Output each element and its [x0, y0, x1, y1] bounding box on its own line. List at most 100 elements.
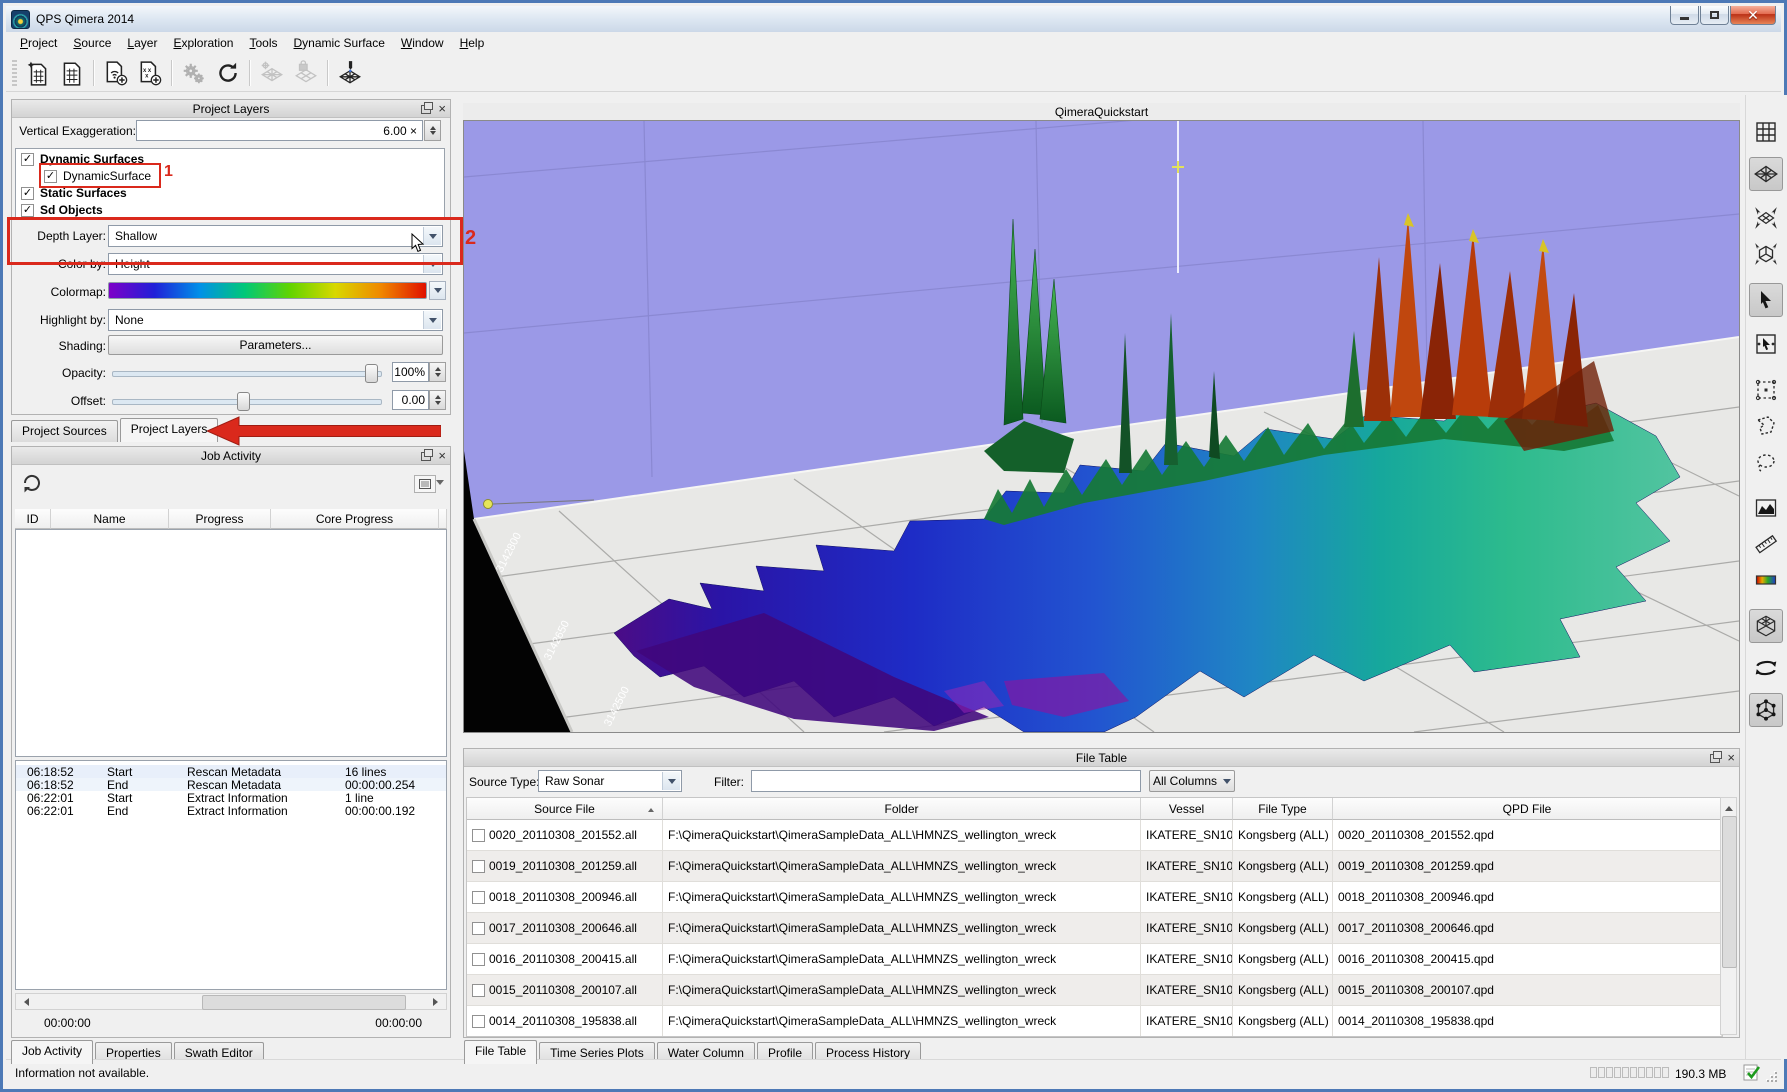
reload-icon[interactable] — [211, 57, 245, 89]
tree-item-dynamicsurface[interactable]: ✓ DynamicSurface — [44, 169, 151, 183]
orbit-view-icon[interactable] — [1749, 693, 1783, 727]
create-dynamic-surface-icon[interactable] — [21, 57, 55, 89]
chevron-down-icon[interactable] — [662, 772, 680, 790]
vertical-exaggeration-spinner[interactable] — [424, 120, 441, 141]
row-checkbox[interactable] — [472, 829, 485, 842]
menu-project[interactable]: Project — [12, 33, 65, 53]
menu-help[interactable]: Help — [452, 33, 493, 53]
scrollbar-thumb[interactable] — [202, 995, 406, 1010]
column-header-name[interactable]: Name — [51, 509, 169, 529]
rotate-view-icon[interactable] — [1749, 651, 1783, 685]
opacity-slider-thumb[interactable] — [365, 364, 378, 383]
file-row[interactable]: 0018_20110308_200946.all F:\QimeraQuicks… — [467, 882, 1722, 913]
opacity-slider[interactable] — [112, 371, 382, 377]
file-row[interactable]: 0020_20110308_201552.all F:\QimeraQuicks… — [467, 820, 1722, 851]
tab-file-table[interactable]: File Table — [464, 1040, 537, 1064]
checkbox-checked-icon[interactable]: ✓ — [21, 187, 34, 200]
file-row[interactable]: 0016_20110308_200415.all F:\QimeraQuicks… — [467, 944, 1722, 975]
job-view-menu-icon[interactable] — [414, 475, 436, 493]
toolbar-grip[interactable] — [12, 60, 17, 86]
horizontal-scrollbar[interactable] — [15, 993, 447, 1010]
vertical-scrollbar[interactable] — [1720, 797, 1737, 1035]
viewport-title-bar[interactable]: QimeraQuickstart — [463, 103, 1740, 120]
zoom-to-surface-icon[interactable] — [1749, 201, 1783, 235]
close-button[interactable]: ✕ — [1730, 6, 1776, 25]
chevron-down-icon[interactable] — [423, 311, 441, 329]
profile-tool-icon[interactable] — [1749, 491, 1783, 525]
log-row[interactable]: 06:18:52EndRescan Metadata00:00:00.254 — [16, 778, 446, 791]
menu-tools[interactable]: Tools — [241, 33, 285, 53]
scrollbar-thumb[interactable] — [1722, 816, 1737, 968]
zoom-extents-icon[interactable] — [1749, 237, 1783, 271]
select-cursor-icon[interactable] — [1749, 283, 1783, 317]
float-panel-icon[interactable] — [421, 452, 431, 461]
tree-item-static-surfaces[interactable]: ✓ Static Surfaces — [21, 186, 127, 200]
tab-project-layers[interactable]: Project Layers — [120, 418, 219, 442]
checkbox-checked-icon[interactable]: ✓ — [21, 153, 34, 166]
chevron-down-icon[interactable] — [423, 227, 441, 245]
float-panel-icon[interactable] — [1710, 754, 1720, 763]
pick-select-icon[interactable] — [1749, 327, 1783, 361]
locked-surface-icon[interactable] — [289, 57, 323, 89]
depth-layer-combobox[interactable]: Shallow — [108, 225, 443, 247]
offset-slider[interactable] — [112, 399, 382, 405]
float-panel-icon[interactable] — [421, 105, 431, 114]
file-row[interactable]: 0015_20110308_200107.all F:\QimeraQuicks… — [467, 975, 1722, 1006]
create-static-surface-icon[interactable] — [55, 57, 89, 89]
scroll-right-icon[interactable] — [429, 994, 446, 1009]
close-panel-icon[interactable]: × — [438, 103, 446, 114]
job-list-empty[interactable] — [15, 529, 447, 757]
polygon-select-icon[interactable] — [1749, 409, 1783, 443]
log-row[interactable]: 06:22:01EndExtract Information00:00:00.1… — [16, 804, 446, 817]
colorbar-tool-icon[interactable] — [1749, 563, 1783, 597]
file-row[interactable]: 0019_20110308_201259.all F:\QimeraQuicks… — [467, 851, 1722, 882]
colormap-bar[interactable] — [108, 282, 427, 299]
column-header-file-type[interactable]: File Type — [1233, 798, 1333, 820]
menu-dynamic-surface[interactable]: Dynamic Surface — [286, 33, 393, 53]
color-by-combobox[interactable]: Height — [108, 253, 443, 275]
column-header-progress[interactable]: Progress — [169, 509, 271, 529]
column-header-core-progress[interactable]: Core Progress — [271, 509, 439, 529]
menu-layer[interactable]: Layer — [119, 33, 165, 53]
menu-window[interactable]: Window — [393, 33, 452, 53]
close-panel-icon[interactable]: × — [1727, 752, 1735, 763]
tab-project-sources[interactable]: Project Sources — [11, 420, 118, 442]
column-header-vessel[interactable]: Vessel — [1141, 798, 1233, 820]
column-header-source-file[interactable]: Source File — [467, 798, 663, 820]
job-activity-header[interactable]: Job Activity × — [12, 447, 450, 465]
row-checkbox[interactable] — [472, 984, 485, 997]
grid-surface-icon[interactable] — [255, 57, 289, 89]
source-type-combobox[interactable]: Raw Sonar — [538, 770, 682, 792]
close-panel-icon[interactable]: × — [438, 450, 446, 461]
chevron-down-icon[interactable] — [423, 255, 441, 273]
colormap-dropdown-icon[interactable] — [429, 281, 446, 300]
scroll-left-icon[interactable] — [16, 994, 33, 1009]
opacity-spinner[interactable] — [429, 362, 446, 382]
file-table-header[interactable]: File Table × — [464, 749, 1739, 767]
grid-view-icon[interactable] — [1749, 115, 1783, 149]
column-header-qpd-file[interactable]: QPD File — [1333, 798, 1722, 820]
checkbox-checked-icon[interactable]: ✓ — [44, 170, 57, 183]
row-checkbox[interactable] — [472, 891, 485, 904]
filter-input[interactable] — [751, 770, 1141, 792]
columns-selector-button[interactable]: All Columns — [1149, 770, 1235, 792]
opacity-value[interactable]: 100% — [392, 362, 429, 382]
measure-tool-icon[interactable] — [1749, 527, 1783, 561]
add-processed-points-icon[interactable]: x xx — [133, 57, 167, 89]
scroll-up-icon[interactable] — [1721, 798, 1736, 814]
column-header-id[interactable]: ID — [15, 509, 51, 529]
log-row[interactable]: 06:22:01StartExtract Information1 line — [16, 791, 446, 804]
row-checkbox[interactable] — [472, 953, 485, 966]
highlight-by-combobox[interactable]: None — [108, 309, 443, 331]
refresh-jobs-icon[interactable] — [20, 471, 44, 495]
shading-parameters-button[interactable]: Parameters... — [108, 335, 443, 355]
point-select-icon[interactable] — [1749, 373, 1783, 407]
lasso-select-icon[interactable] — [1749, 445, 1783, 479]
maximize-button[interactable] — [1700, 6, 1729, 25]
vertical-exaggeration-input[interactable]: 6.00 × — [136, 120, 423, 141]
offset-spinner[interactable] — [429, 390, 446, 410]
scene-3d-view[interactable]: 3142800 3142650 3142500 — [463, 120, 1740, 733]
add-raw-sonar-files-icon[interactable] — [99, 57, 133, 89]
log-row[interactable]: 06:18:52StartRescan Metadata16 lines — [16, 765, 446, 778]
row-checkbox[interactable] — [472, 860, 485, 873]
